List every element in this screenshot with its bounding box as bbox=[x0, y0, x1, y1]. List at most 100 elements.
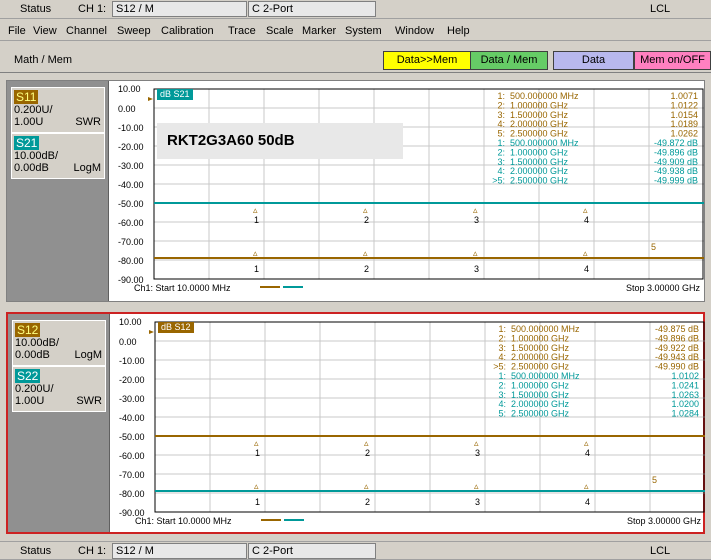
active-trace-label: dB S21 bbox=[160, 89, 190, 99]
marker-triangle: ▵ bbox=[474, 481, 479, 491]
menu-view[interactable]: View bbox=[33, 25, 57, 37]
y-tick-label: 0.00 bbox=[119, 337, 137, 347]
active-param-field[interactable]: S12 / M bbox=[112, 1, 247, 17]
menu-trace[interactable]: Trace bbox=[228, 25, 256, 37]
marker-table-index: 5: bbox=[498, 409, 506, 419]
mem-onoff-button[interactable]: Mem on/OFF bbox=[634, 51, 711, 70]
marker-number: 1 bbox=[254, 264, 259, 274]
marker-table-freq: 2.500000 GHz bbox=[511, 409, 570, 419]
y-tick-label: -60.00 bbox=[118, 218, 144, 228]
sweep-start-label: Ch1: Start 10.0000 MHz bbox=[134, 283, 231, 293]
y-tick-label: -40.00 bbox=[118, 180, 144, 190]
status-label: Status bbox=[20, 545, 52, 557]
marker-number: 2 bbox=[365, 448, 370, 458]
menu-channel[interactable]: Channel bbox=[66, 25, 107, 37]
y-tick-label: -30.00 bbox=[119, 394, 145, 404]
trace-format: SWR bbox=[75, 116, 101, 128]
trace-format: LogM bbox=[73, 162, 101, 174]
marker-table-index: >5: bbox=[492, 176, 505, 186]
menu-window[interactable]: Window bbox=[395, 25, 434, 37]
y-tick-label: -70.00 bbox=[119, 470, 145, 480]
marker-triangle: ▵ bbox=[584, 481, 589, 491]
plot-area-1[interactable]: 10.00 0.00 -10.00 -20.00 -30.00 -40.00 -50.00 -… bbox=[110, 81, 704, 303]
data-button[interactable]: Data bbox=[553, 51, 634, 70]
trace-ref: 1.00U bbox=[14, 116, 44, 128]
data-div-mem-button[interactable]: Data / Mem bbox=[470, 51, 548, 70]
y-tick-label: -20.00 bbox=[118, 142, 144, 152]
data-to-mem-button[interactable]: Data>>Mem bbox=[383, 51, 471, 70]
reference-arrow bbox=[149, 330, 154, 334]
ref-label: LCL bbox=[650, 545, 671, 557]
marker-number: 4 bbox=[585, 448, 590, 458]
marker-triangle: ▵ bbox=[584, 438, 589, 448]
channel-window-2[interactable]: S12 10.00dB/ 0.00dB LogM S22 0.200U/ 1.0… bbox=[6, 312, 705, 534]
y-tick-label: 0.00 bbox=[118, 104, 136, 114]
cal-field: C 2-Port bbox=[248, 1, 376, 17]
trace-tag-s12: S12 bbox=[15, 323, 41, 337]
menu-sweep[interactable]: Sweep bbox=[117, 25, 151, 37]
trace-ref: 1.00U bbox=[15, 395, 45, 407]
menu-marker[interactable]: Marker bbox=[302, 25, 336, 37]
y-tick-label: -80.00 bbox=[118, 256, 144, 266]
y-tick-label: -10.00 bbox=[119, 356, 145, 366]
softkey-title: Math / Mem bbox=[14, 54, 73, 66]
reference-arrow bbox=[148, 97, 153, 101]
y-tick-label: -50.00 bbox=[119, 432, 145, 442]
trace-format: SWR bbox=[76, 395, 102, 407]
y-tick-label: 10.00 bbox=[118, 84, 141, 94]
y-tick-label: -20.00 bbox=[119, 375, 145, 385]
marker-triangle: ▵ bbox=[363, 248, 368, 258]
marker-number: 1 bbox=[254, 215, 259, 225]
sweep-stop-label: Stop 3.00000 GHz bbox=[626, 283, 701, 293]
marker-number: 3 bbox=[475, 497, 480, 507]
active-trace-label: dB S12 bbox=[161, 322, 191, 332]
marker-triangle: ▵ bbox=[253, 205, 258, 215]
y-tick-label: -60.00 bbox=[119, 451, 145, 461]
sweep-stop-label: Stop 3.00000 GHz bbox=[627, 516, 702, 526]
overlay-annotation: RKT2G3A60 50dB bbox=[157, 123, 403, 159]
menu-system[interactable]: System bbox=[345, 25, 382, 37]
marker-number: 2 bbox=[365, 497, 370, 507]
marker-number: 3 bbox=[474, 215, 479, 225]
marker-triangle: ▵ bbox=[364, 438, 369, 448]
marker-number: 3 bbox=[475, 448, 480, 458]
marker-triangle: ▵ bbox=[254, 481, 259, 491]
trace-tag-s21: S21 bbox=[14, 136, 40, 150]
marker-table-freq: 2.500000 GHz bbox=[510, 176, 569, 186]
marker-triangle: ▵ bbox=[254, 438, 259, 448]
menu-calibration[interactable]: Calibration bbox=[161, 25, 214, 37]
channel-window-1[interactable]: S11 0.200U/ 1.00U SWR S21 10.00dB/ 0.00d… bbox=[6, 80, 705, 302]
trace-box-s21[interactable]: S21 10.00dB/ 0.00dB LogM bbox=[11, 133, 105, 179]
y-tick-label: -10.00 bbox=[118, 123, 144, 133]
menu-scale[interactable]: Scale bbox=[266, 25, 294, 37]
menu-file[interactable]: File bbox=[8, 25, 26, 37]
softkey-bar: Math / Mem Data>>Mem Data / Mem Data Mem… bbox=[0, 43, 711, 73]
marker-triangle: ▵ bbox=[583, 205, 588, 215]
trace-box-s11[interactable]: S11 0.200U/ 1.00U SWR bbox=[11, 87, 105, 133]
marker-triangle: ▵ bbox=[253, 248, 258, 258]
marker-number: 5 bbox=[652, 475, 657, 485]
ref-label: LCL bbox=[650, 3, 671, 15]
marker-triangle: ▵ bbox=[363, 205, 368, 215]
trace-scale: 0.200U/ bbox=[15, 383, 54, 395]
marker-number: 4 bbox=[584, 215, 589, 225]
status-bar-bottom: Status CH 1: S12 / M C 2-Port LCL bbox=[0, 541, 711, 560]
trace-sidebar-2: S12 10.00dB/ 0.00dB LogM S22 0.200U/ 1.0… bbox=[8, 314, 110, 532]
active-param-field[interactable]: S12 / M bbox=[112, 543, 247, 559]
marker-triangle: ▵ bbox=[583, 248, 588, 258]
plot-area-2[interactable]: 10.00 0.00 -10.00 -20.00 -30.00 -40.00 -50.00 -… bbox=[111, 314, 705, 536]
marker-number: 1 bbox=[255, 497, 260, 507]
marker-number: 4 bbox=[585, 497, 590, 507]
y-tick-label: -70.00 bbox=[118, 237, 144, 247]
marker-number: 2 bbox=[364, 264, 369, 274]
menu-help[interactable]: Help bbox=[447, 25, 470, 37]
trace-box-s12[interactable]: S12 10.00dB/ 0.00dB LogM bbox=[12, 320, 106, 366]
trace-box-s22[interactable]: S22 0.200U/ 1.00U SWR bbox=[12, 366, 106, 412]
y-tick-label: -40.00 bbox=[119, 413, 145, 423]
marker-number: 5 bbox=[651, 242, 656, 252]
trace-ref: 0.00dB bbox=[15, 349, 50, 361]
trace-ref: 0.00dB bbox=[14, 162, 49, 174]
trace-scale: 0.200U/ bbox=[14, 104, 53, 116]
trace-tag-s11: S11 bbox=[14, 90, 39, 104]
trace-format: LogM bbox=[74, 349, 102, 361]
